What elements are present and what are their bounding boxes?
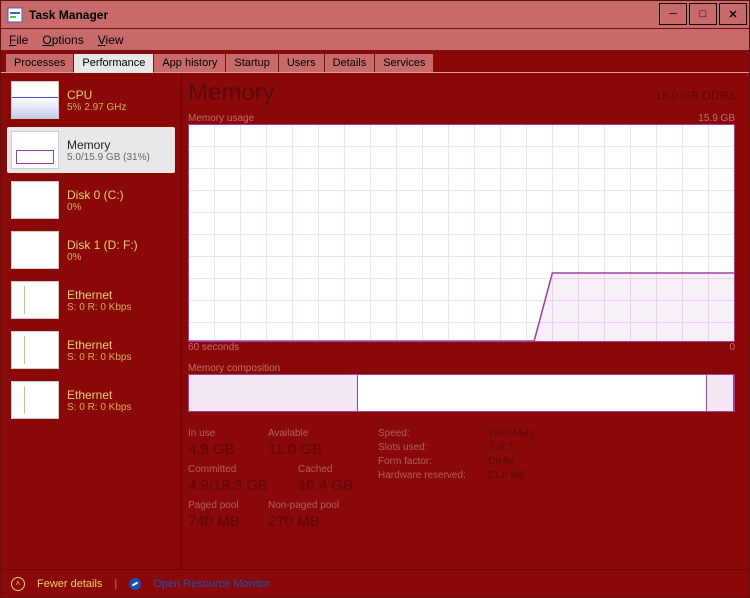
composition-label: Memory composition — [188, 363, 735, 374]
content-panel: Memory 16.0 GB DDR3 Memory usage 15.9 GB… — [181, 73, 749, 569]
stat-nonpaged-label: Non-paged pool — [268, 500, 339, 511]
footer: ˄ Fewer details | Open Resource Monitor — [1, 569, 749, 597]
app-icon — [7, 7, 23, 23]
open-resource-monitor-link[interactable]: Open Resource Monitor — [153, 578, 270, 590]
sidebar-item-label: Disk 0 (C:) — [67, 188, 124, 202]
sidebar-item-ethernet[interactable]: Ethernet S: 0 R: 0 Kbps — [7, 377, 175, 423]
stats-area: In use 4.9 GB Available 11.0 GB Committe… — [188, 428, 735, 530]
close-button[interactable]: ✕ — [719, 3, 747, 25]
stat-inuse-label: In use — [188, 428, 248, 439]
tab-processes[interactable]: Processes — [5, 53, 74, 72]
sidebar-item-ethernet[interactable]: Ethernet S: 0 R: 0 Kbps — [7, 277, 175, 323]
sidebar-item-sub: S: 0 R: 0 Kbps — [67, 352, 131, 363]
maximize-button[interactable]: □ — [689, 3, 717, 25]
sidebar-item-sub: 5.0/15.9 GB (31%) — [67, 152, 150, 163]
minimize-button[interactable]: ─ — [659, 3, 687, 25]
disk-thumb-icon — [11, 231, 59, 269]
sidebar-item-label: Ethernet — [67, 338, 131, 352]
sidebar-item-label: Ethernet — [67, 288, 131, 302]
detail-row: Slots used:2 of 2 — [378, 442, 534, 453]
memory-usage-chart — [188, 124, 735, 342]
stat-cached-label: Cached — [298, 464, 358, 475]
menu-options[interactable]: Options — [42, 33, 83, 47]
tabstrip: Processes Performance App history Startu… — [1, 51, 749, 73]
stat-available-value: 11.0 GB — [268, 441, 328, 458]
chart-label-left: Memory usage — [188, 113, 254, 124]
tab-details[interactable]: Details — [324, 53, 376, 72]
sidebar-item-cpu[interactable]: CPU 5% 2.97 GHz — [7, 77, 175, 123]
sidebar-item-sub: 5% 2.97 GHz — [67, 102, 126, 113]
fewer-details-link[interactable]: Fewer details — [37, 578, 102, 590]
menu-file[interactable]: File — [9, 33, 28, 47]
menu-view[interactable]: View — [98, 33, 124, 47]
sidebar-item-disk-0-c-[interactable]: Disk 0 (C:) 0% — [7, 177, 175, 223]
page-title: Memory — [188, 79, 275, 107]
detail-row: Form factor:DIMM — [378, 456, 534, 467]
stat-available-label: Available — [268, 428, 328, 439]
composition-segment — [358, 375, 707, 411]
axis-right: 0 — [729, 342, 735, 353]
stat-inuse-value: 4.9 GB — [188, 441, 248, 458]
sidebar-item-disk-1-d-f-[interactable]: Disk 1 (D: F:) 0% — [7, 227, 175, 273]
memory-capacity: 16.0 GB DDR3 — [655, 89, 735, 103]
sidebar-item-sub: S: 0 R: 0 Kbps — [67, 302, 131, 313]
detail-row: Hardware reserved:51.8 MB — [378, 470, 534, 481]
stat-nonpaged-value: 270 MB — [268, 513, 339, 530]
sidebar-item-sub: 0% — [67, 202, 124, 213]
stat-paged-label: Paged pool — [188, 500, 248, 511]
task-manager-window: Task Manager ─ □ ✕ File Options View Pro… — [0, 0, 750, 598]
eth-thumb-icon — [11, 281, 59, 319]
stat-cached-value: 10.4 GB — [298, 477, 358, 494]
resource-monitor-icon — [129, 578, 141, 590]
tab-services[interactable]: Services — [374, 53, 434, 72]
hardware-details: Speed:1600 MHz Slots used:2 of 2 Form fact… — [378, 428, 534, 530]
tab-startup[interactable]: Startup — [225, 53, 278, 72]
tab-app-history[interactable]: App history — [153, 53, 226, 72]
stat-committed-label: Committed — [188, 464, 278, 475]
sidebar-item-label: CPU — [67, 88, 126, 102]
window-title: Task Manager — [29, 8, 659, 22]
sidebar-item-ethernet[interactable]: Ethernet S: 0 R: 0 Kbps — [7, 327, 175, 373]
axis-left: 60 seconds — [188, 342, 239, 353]
sidebar-item-label: Memory — [67, 138, 150, 152]
composition-segment — [189, 375, 358, 411]
content-header: Memory 16.0 GB DDR3 — [188, 79, 735, 107]
titlebar[interactable]: Task Manager ─ □ ✕ — [1, 1, 749, 29]
cpu-thumb-icon — [11, 81, 59, 119]
composition-segment — [707, 375, 734, 411]
chart-label-right: 15.9 GB — [698, 113, 735, 124]
sidebar: CPU 5% 2.97 GHz Memory 5.0/15.9 GB (31%)… — [1, 73, 181, 569]
main-area: CPU 5% 2.97 GHz Memory 5.0/15.9 GB (31%)… — [1, 73, 749, 569]
tab-performance[interactable]: Performance — [73, 53, 154, 73]
sidebar-item-label: Disk 1 (D: F:) — [67, 238, 138, 252]
detail-row: Speed:1600 MHz — [378, 428, 534, 439]
sidebar-item-sub: S: 0 R: 0 Kbps — [67, 402, 131, 413]
sidebar-item-label: Ethernet — [67, 388, 131, 402]
sidebar-item-sub: 0% — [67, 252, 138, 263]
eth-thumb-icon — [11, 381, 59, 419]
memory-composition-bar — [188, 374, 735, 412]
sidebar-item-memory[interactable]: Memory 5.0/15.9 GB (31%) — [7, 127, 175, 173]
mem-thumb-icon — [11, 131, 59, 169]
stat-paged-value: 740 MB — [188, 513, 248, 530]
menubar: File Options View — [1, 29, 749, 51]
chevron-up-icon: ˄ — [11, 577, 25, 591]
tab-users[interactable]: Users — [278, 53, 325, 72]
eth-thumb-icon — [11, 331, 59, 369]
disk-thumb-icon — [11, 181, 59, 219]
stat-committed-value: 4.9/18.3 GB — [188, 477, 278, 494]
